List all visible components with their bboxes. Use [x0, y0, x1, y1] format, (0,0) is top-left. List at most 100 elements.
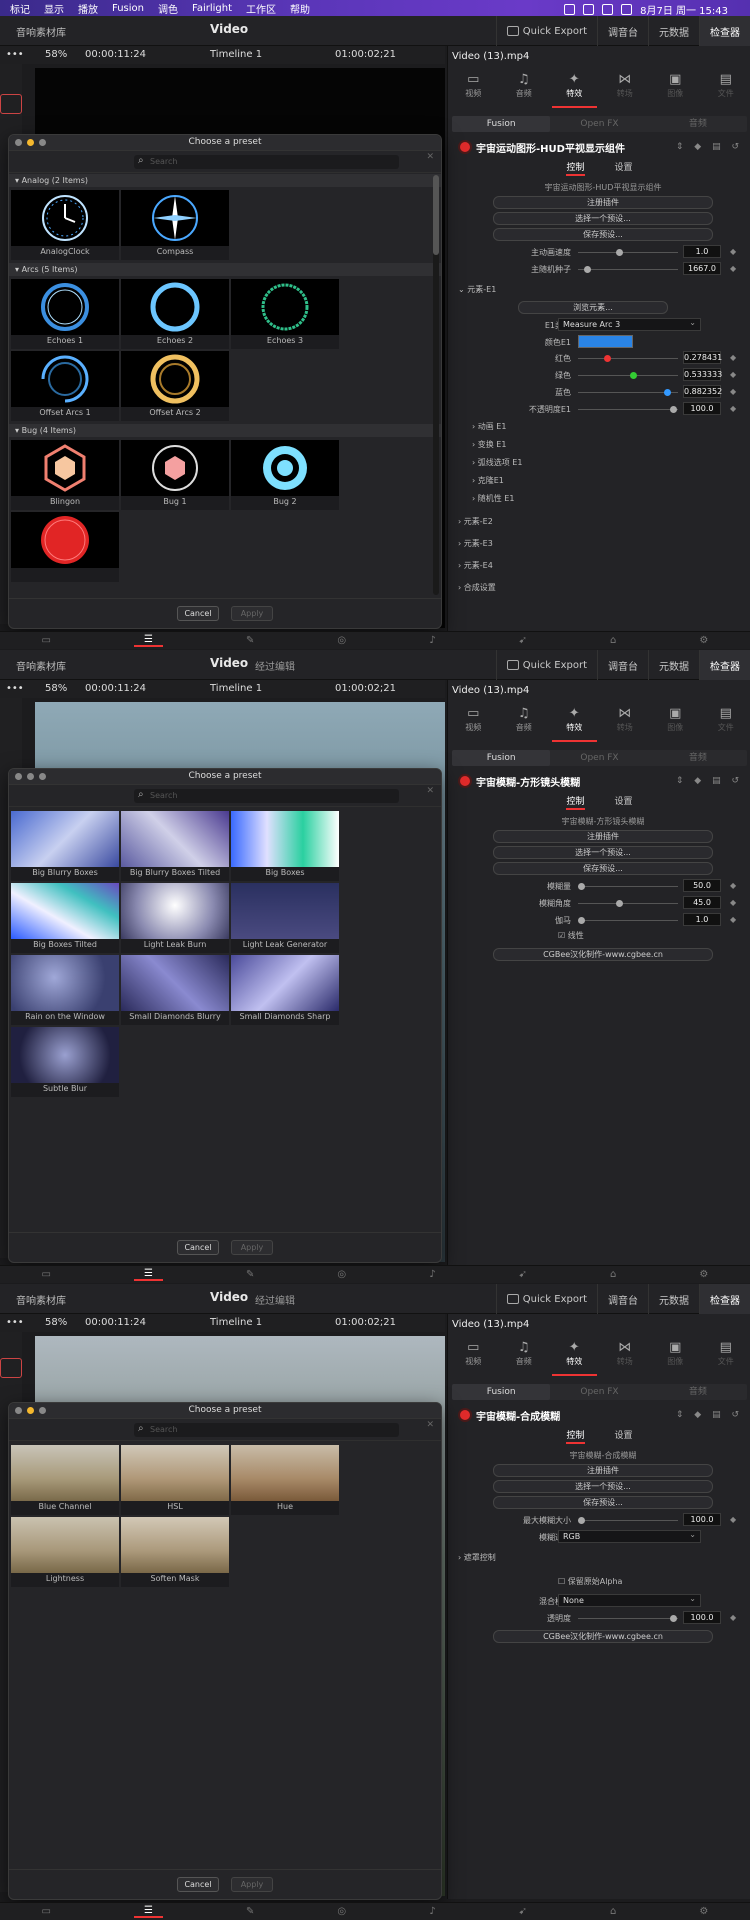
register-plugin-button[interactable]: 注册插件 [493, 1464, 713, 1477]
media-page-icon[interactable]: ▭ [42, 1269, 51, 1280]
sound-library-label[interactable]: 音响素材库 [16, 1292, 66, 1307]
sub-arc-options[interactable]: › 弧线选项 E1 [472, 457, 750, 468]
tab-file[interactable]: ▤ 文件 [703, 1336, 748, 1376]
scrollbar[interactable] [433, 175, 439, 595]
tab-transition[interactable]: ⋈ 转场 [602, 702, 647, 742]
preset-tile[interactable] [11, 512, 119, 582]
max-blur-field[interactable]: 100.0 [683, 1513, 721, 1526]
timeline-select[interactable]: Timeline 1 [210, 1317, 262, 1328]
opacity-field[interactable]: 100.0 [683, 402, 721, 415]
opacity-slider[interactable] [578, 406, 678, 413]
linear-checkbox[interactable]: ☑ 线性 [558, 930, 584, 941]
deliver-page-icon[interactable]: ➹ [519, 635, 527, 646]
preset-tile[interactable]: Blingon [11, 440, 119, 510]
type-select[interactable]: Measure Arc 3 [558, 317, 701, 331]
element-e3-section[interactable]: › 元素-E3 [458, 538, 748, 549]
preset-tile[interactable]: Big Blurry Boxes [11, 811, 119, 881]
tab-video[interactable]: ▭ 视频 [451, 68, 496, 108]
blue-field[interactable]: 0.882352 [683, 385, 722, 398]
timeline-select[interactable]: Timeline 1 [210, 49, 262, 60]
green-slider[interactable] [578, 372, 678, 379]
save-preset-button[interactable]: 保存预设... [493, 862, 713, 875]
choose-preset-button[interactable]: 选择一个预设... [493, 212, 713, 225]
preset-tile[interactable]: Small Diamonds Sharp [231, 955, 339, 1025]
preset-tile[interactable]: Bug 1 [121, 440, 229, 510]
media-page-icon[interactable]: ▭ [42, 635, 51, 646]
sub-transform[interactable]: › 变换 E1 [472, 439, 750, 450]
sound-library-label[interactable]: 音响素材库 [16, 24, 66, 39]
green-field[interactable]: 0.533333 [683, 368, 722, 381]
cancel-button[interactable]: Cancel [177, 1240, 219, 1255]
home-icon[interactable]: ⌂ [610, 635, 616, 646]
fusion-page-icon[interactable]: ✎ [246, 635, 254, 646]
enable-toggle[interactable] [460, 776, 470, 786]
battery-icon[interactable] [621, 4, 633, 15]
header-icons[interactable]: ⇕ ◆ ▤ ↺ [676, 142, 743, 152]
preset-tile[interactable]: Big Blurry Boxes Tilted [121, 811, 229, 881]
tab-fusion[interactable]: Fusion [452, 1384, 551, 1400]
tab-settings[interactable]: 设置 [615, 1428, 633, 1444]
tab-transition[interactable]: ⋈ 转场 [602, 1336, 647, 1376]
element-e1-section[interactable]: ⌄ 元素-E1 [458, 284, 748, 295]
settings-icon[interactable]: ⚙ [699, 1906, 708, 1917]
clear-icon[interactable]: ✕ [426, 786, 434, 796]
clock[interactable]: 8月7日 周一 15:43 [640, 2, 728, 17]
tab-video[interactable]: ▭ 视频 [451, 1336, 496, 1376]
choose-preset-button[interactable]: 选择一个预设... [493, 846, 713, 859]
tab-fusion[interactable]: Fusion [452, 116, 551, 132]
preset-tile[interactable]: Blue Channel [11, 1445, 119, 1515]
metadata-button[interactable]: 元数据 [648, 650, 699, 680]
deliver-page-icon[interactable]: ➹ [519, 1269, 527, 1280]
menu-playback[interactable]: 播放 [78, 1, 98, 16]
home-icon[interactable]: ⌂ [610, 1269, 616, 1280]
blend-mode-select[interactable]: None [558, 1593, 701, 1607]
red-slider[interactable] [578, 355, 678, 362]
more-icon[interactable]: ••• [6, 49, 24, 60]
edit-page-icon[interactable]: ☰ [134, 634, 163, 647]
register-plugin-button[interactable]: 注册插件 [493, 830, 713, 843]
fairlight-page-icon[interactable]: ♪ [429, 1269, 435, 1280]
cancel-button[interactable]: Cancel [177, 606, 219, 621]
menu-fusion[interactable]: Fusion [112, 3, 144, 14]
mixer-button[interactable]: 调音台 [597, 16, 648, 46]
tab-audio-fx[interactable]: 音频 [649, 750, 747, 766]
color-page-icon[interactable]: ◎ [337, 635, 346, 646]
tab-settings[interactable]: 设置 [615, 794, 633, 810]
sub-animation[interactable]: › 动画 E1 [472, 421, 750, 432]
preset-tile[interactable]: Soften Mask [121, 1517, 229, 1587]
quick-export-button[interactable]: Quick Export [495, 1284, 597, 1314]
color-page-icon[interactable]: ◎ [337, 1269, 346, 1280]
zoom-select[interactable]: 58% [45, 1317, 67, 1328]
credit-button[interactable]: CGBee汉化制作-www.cgbee.cn [493, 1630, 713, 1643]
preset-tile[interactable]: Offset Arcs 2 [121, 351, 229, 421]
menu-help[interactable]: 帮助 [290, 1, 310, 16]
status-icon[interactable] [583, 4, 595, 15]
preset-tile[interactable]: Offset Arcs 1 [11, 351, 119, 421]
tab-audio-fx[interactable]: 音频 [649, 1384, 747, 1400]
register-plugin-button[interactable]: 注册插件 [493, 196, 713, 209]
save-preset-button[interactable]: 保存预设... [493, 228, 713, 241]
wifi-icon[interactable] [602, 4, 614, 15]
home-icon[interactable]: ⌂ [610, 1906, 616, 1917]
tab-openfx[interactable]: Open FX [550, 116, 648, 132]
credit-button[interactable]: CGBee汉化制作-www.cgbee.cn [493, 948, 713, 961]
settings-icon[interactable]: ⚙ [699, 1269, 708, 1280]
status-icon[interactable] [564, 4, 576, 15]
tab-effects[interactable]: ✦ 特效 [551, 68, 597, 108]
tab-audio[interactable]: ♫ 音频 [501, 702, 546, 742]
settings-icon[interactable]: ⚙ [699, 635, 708, 646]
cancel-button[interactable]: Cancel [177, 1877, 219, 1892]
tab-audio-fx[interactable]: 音频 [649, 116, 747, 132]
composite-settings-section[interactable]: › 合成设置 [458, 582, 748, 593]
deliver-page-icon[interactable]: ➹ [519, 1906, 527, 1917]
header-icons[interactable]: ⇕ ◆ ▤ ↺ [676, 1410, 743, 1420]
angle-field[interactable]: 45.0 [683, 896, 721, 909]
menu-view[interactable]: 显示 [44, 1, 64, 16]
save-preset-button[interactable]: 保存预设... [493, 1496, 713, 1509]
tab-openfx[interactable]: Open FX [550, 750, 648, 766]
seed-slider[interactable] [578, 266, 678, 273]
fairlight-page-icon[interactable]: ♪ [429, 635, 435, 646]
menu-fairlight[interactable]: Fairlight [192, 3, 232, 14]
metadata-button[interactable]: 元数据 [648, 1284, 699, 1314]
mixer-button[interactable]: 调音台 [597, 650, 648, 680]
